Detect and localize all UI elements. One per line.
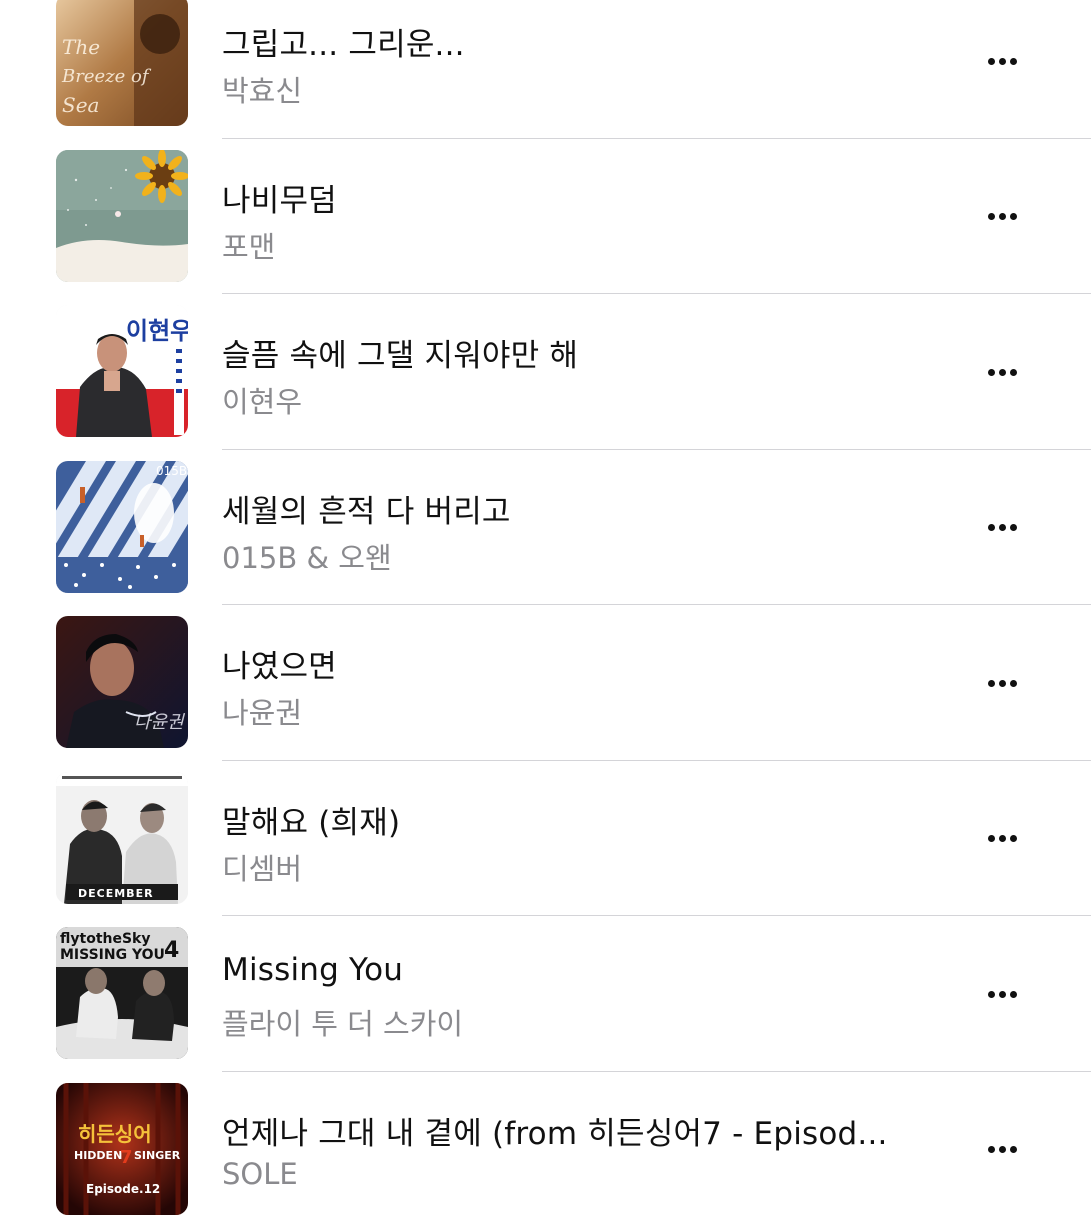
ellipsis-icon-dot [999, 213, 1006, 220]
album-text: 이현우 [126, 317, 188, 345]
song-row[interactable]: 히든싱어 HIDDEN 7 SINGER Episode.12 언제나 그대 내… [0, 1072, 1091, 1227]
ellipsis-icon-dot [999, 524, 1006, 531]
song-title: 나였으면 [222, 641, 941, 686]
more-options-button[interactable] [972, 199, 1032, 235]
song-title: 슬픔 속에 그댈 지워야만 해 [222, 330, 941, 375]
song-title: 세월의 흔적 다 버리고 [222, 486, 941, 531]
album-art-duo-bw: DECEMBER [56, 772, 188, 904]
song-row[interactable]: 나윤권 나였으면 나윤권 [0, 605, 1091, 761]
song-text: 언제나 그대 내 곁에 (from 히든싱어7 - Episod... SOLE [222, 1072, 941, 1227]
svg-text:Episode.12: Episode.12 [86, 1182, 160, 1196]
song-title: Missing You [222, 952, 941, 988]
song-artist: 015B & 오왠 [222, 535, 941, 577]
ellipsis-icon [988, 213, 995, 220]
svg-text:Breeze of: Breeze of [61, 66, 152, 87]
svg-text:flytotheSky: flytotheSky [60, 931, 151, 947]
album-art-portrait-red: 이현우 [56, 305, 188, 437]
song-title: 그립고... 그리운... [222, 19, 941, 64]
ellipsis-icon-dot [1010, 835, 1017, 842]
more-options-button[interactable] [972, 510, 1032, 546]
svg-text:4: 4 [164, 938, 179, 963]
album-art-duo-bw-image: DECEMBER [56, 772, 188, 904]
album-art-breeze-of-sea-image: The Breeze of Sea [56, 0, 188, 126]
album-art-portrait-dark-image: 나윤권 [56, 616, 188, 748]
ellipsis-icon-dot [1010, 369, 1017, 376]
song-row[interactable]: flytotheSky MISSING YOU 4 Missing You 플라… [0, 916, 1091, 1072]
song-row[interactable]: The Breeze of Sea 그립고... 그리운... 박효신 [0, 0, 1091, 139]
album-art-duo-sofa: flytotheSky MISSING YOU 4 [56, 927, 188, 1059]
song-artist: 이현우 [222, 379, 941, 421]
song-list: The Breeze of Sea 그립고... 그리운... 박효신 [0, 0, 1091, 1227]
ellipsis-icon [988, 1146, 995, 1153]
ellipsis-icon-dot [1010, 1146, 1017, 1153]
more-options-button[interactable] [972, 354, 1032, 390]
ellipsis-icon [988, 991, 995, 998]
song-title: 언제나 그대 내 곁에 (from 히든싱어7 - Episod... [222, 1108, 941, 1153]
song-text: 슬픔 속에 그댈 지워야만 해 이현우 [222, 294, 941, 450]
ellipsis-icon [988, 680, 995, 687]
song-text: Missing You 플라이 투 더 스카이 [222, 916, 941, 1072]
ellipsis-icon-dot [999, 369, 1006, 376]
svg-text:7: 7 [120, 1147, 133, 1168]
song-title: 나비무덤 [222, 175, 941, 220]
song-artist: 디셈버 [222, 846, 941, 888]
ellipsis-icon-dot [999, 835, 1006, 842]
svg-text:DECEMBER: DECEMBER [78, 887, 154, 900]
album-art-portrait-red-image: 이현우 [56, 305, 188, 437]
ellipsis-icon [988, 524, 995, 531]
album-art-sunflower-snow [56, 150, 188, 282]
svg-text:SINGER: SINGER [134, 1149, 181, 1162]
more-options-button[interactable] [972, 43, 1032, 79]
song-text: 나비무덤 포맨 [222, 139, 941, 295]
ellipsis-icon-dot [1010, 680, 1017, 687]
more-options-button[interactable] [972, 665, 1032, 701]
ellipsis-icon-dot [999, 680, 1006, 687]
ellipsis-icon [988, 835, 995, 842]
song-title: 말해요 (희재) [222, 797, 941, 842]
svg-text:MISSING YOU: MISSING YOU [60, 947, 165, 963]
song-row[interactable]: DECEMBER 말해요 (희재) 디셈버 [0, 761, 1091, 917]
song-artist: 포맨 [222, 224, 941, 266]
more-options-button[interactable] [972, 1132, 1032, 1168]
ellipsis-icon-dot [1010, 213, 1017, 220]
album-art-hidden-singer: 히든싱어 HIDDEN 7 SINGER Episode.12 [56, 1083, 188, 1215]
ellipsis-icon-dot [1010, 524, 1017, 531]
song-row[interactable]: 015B 세월의 흔적 다 버리고 015B & 오왠 [0, 450, 1091, 606]
song-artist: SOLE [222, 1157, 941, 1191]
svg-text:Sea: Sea [62, 93, 99, 117]
ellipsis-icon [988, 58, 995, 65]
svg-text:나윤권: 나윤권 [134, 712, 186, 733]
more-options-button[interactable] [972, 976, 1032, 1012]
ellipsis-icon-dot [1010, 991, 1017, 998]
album-art-sunflower-snow-image [56, 150, 188, 282]
ellipsis-icon [988, 369, 995, 376]
album-art-blue-stripes: 015B [56, 461, 188, 593]
song-text: 나였으면 나윤권 [222, 605, 941, 761]
song-row[interactable]: 이현우 슬픔 속에 그댈 지워야만 해 이현우 [0, 294, 1091, 450]
svg-text:HIDDEN: HIDDEN [74, 1149, 122, 1162]
more-options-button[interactable] [972, 821, 1032, 857]
album-art-blue-stripes-image: 015B [56, 461, 188, 593]
song-artist: 플라이 투 더 스카이 [222, 1001, 941, 1043]
song-text: 말해요 (희재) 디셈버 [222, 761, 941, 917]
song-text: 그립고... 그리운... 박효신 [222, 0, 941, 139]
song-artist: 박효신 [222, 68, 941, 110]
album-art-breeze-of-sea: The Breeze of Sea [56, 0, 188, 126]
album-art-hidden-singer-image: 히든싱어 HIDDEN 7 SINGER Episode.12 [56, 1083, 188, 1215]
song-text: 세월의 흔적 다 버리고 015B & 오왠 [222, 450, 941, 606]
album-text: 015B [156, 464, 187, 478]
ellipsis-icon-dot [999, 1146, 1006, 1153]
song-artist: 나윤권 [222, 690, 941, 732]
album-art-duo-sofa-image: flytotheSky MISSING YOU 4 [56, 927, 188, 1059]
svg-text:히든싱어: 히든싱어 [78, 1122, 152, 1146]
song-row[interactable]: 나비무덤 포맨 [0, 139, 1091, 295]
ellipsis-icon-dot [999, 58, 1006, 65]
svg-text:The: The [62, 35, 100, 59]
ellipsis-icon-dot [1010, 58, 1017, 65]
album-art-portrait-dark: 나윤권 [56, 616, 188, 748]
ellipsis-icon-dot [999, 991, 1006, 998]
